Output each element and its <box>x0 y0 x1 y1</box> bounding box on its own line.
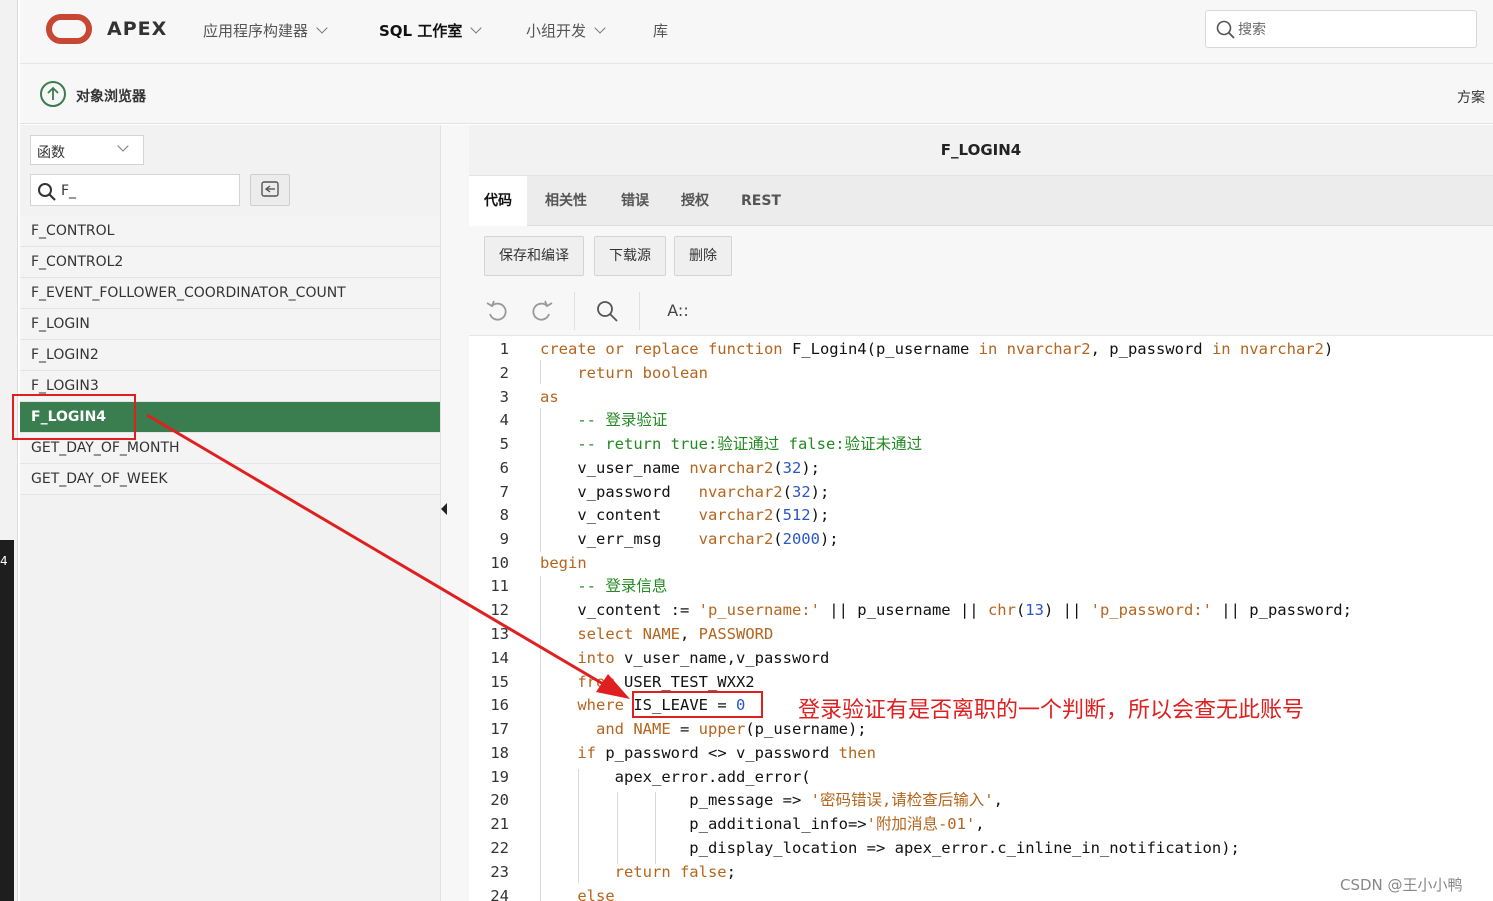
list-item[interactable]: GET_DAY_OF_WEEK <box>20 464 449 495</box>
chevron-down-icon <box>316 22 328 34</box>
delete-button[interactable]: 删除 <box>674 236 732 276</box>
list-item[interactable]: F_LOGIN2 <box>20 340 449 371</box>
code-line: 20 p_message => '密码错误,请检查后输入', <box>490 791 1003 809</box>
code-line: 22 p_display_location => apex_error.c_in… <box>490 839 1240 857</box>
action-bar: 保存和编译 下载源 删除 <box>469 226 1493 286</box>
top-navigation-bar: APEX 应用程序构建器 SQL 工作室 小组开发 库 <box>20 0 1493 64</box>
code-line: 8 v_content varchar2(512); <box>499 506 830 524</box>
code-line: 11 -- 登录信息 <box>490 577 668 595</box>
nav-team-development[interactable]: 小组开发 <box>526 20 606 41</box>
reset-filter-button[interactable] <box>250 174 290 206</box>
list-item[interactable]: F_LOGIN <box>20 309 449 340</box>
annotation-text: 登录验证有是否离职的一个判断，所以会查无此账号 <box>798 698 1305 723</box>
panel-splitter[interactable] <box>440 125 469 901</box>
code-line: 18 if p_password <> v_password then <box>490 744 876 762</box>
code-line: 7 v_password nvarchar2(32); <box>499 483 830 501</box>
list-item[interactable]: F_CONTROL <box>20 216 449 247</box>
object-filter[interactable] <box>30 174 240 206</box>
search-icon <box>38 183 56 201</box>
code-editor[interactable]: 1 create or replace function F_Login4(p_u… <box>469 336 1493 901</box>
code-line: 19 apex_error.add_error( <box>490 768 811 786</box>
code-line: 4 -- 登录验证 <box>499 411 668 429</box>
object-type-value: 函数 <box>37 145 65 161</box>
nav-gallery-label: 库 <box>653 22 669 40</box>
object-filter-input[interactable] <box>61 181 231 201</box>
code-line: 15 from USER_TEST_WXX2 <box>490 673 755 691</box>
up-arrow-icon[interactable] <box>40 81 66 107</box>
page-title: 对象浏览器 <box>76 89 146 105</box>
tab-rest[interactable]: REST <box>726 176 796 226</box>
tab-code[interactable]: 代码 <box>469 176 527 226</box>
redo-icon[interactable] <box>529 298 555 324</box>
chevron-down-icon <box>470 22 483 34</box>
chevron-down-icon <box>117 140 129 152</box>
apex-logo-text[interactable]: APEX <box>107 18 167 40</box>
collapse-arrow-icon[interactable] <box>441 503 447 515</box>
object-type-select[interactable]: 函数 <box>30 135 144 165</box>
toolbar-divider <box>639 292 640 330</box>
code-line: 13 select NAME, PASSWORD <box>490 625 774 643</box>
nav-app-builder[interactable]: 应用程序构建器 <box>203 20 328 41</box>
reset-icon <box>261 181 279 197</box>
global-search-input[interactable] <box>1238 19 1468 41</box>
download-source-button[interactable]: 下载源 <box>594 236 666 276</box>
list-item[interactable]: F_CONTROL2 <box>20 247 449 278</box>
global-search[interactable] <box>1205 10 1477 48</box>
schema-selector[interactable]: 方案 <box>1457 87 1485 107</box>
object-title: F_LOGIN4 <box>469 125 1493 176</box>
nav-team-development-label: 小组开发 <box>526 22 587 40</box>
object-browser-header: 对象浏览器 方案 <box>20 64 1493 124</box>
undo-icon[interactable] <box>484 298 510 324</box>
editor-toolbar: A:: <box>469 286 1493 336</box>
code-line: 6 v_user_name nvarchar2(32); <box>499 459 820 477</box>
annotation-highlight-condition <box>632 691 763 718</box>
code-line: 2 return boolean <box>499 364 708 382</box>
nav-gallery[interactable]: 库 <box>653 20 668 41</box>
oracle-logo-icon[interactable] <box>46 14 92 44</box>
chevron-down-icon <box>594 22 606 34</box>
object-list: F_CONTROL F_CONTROL2 F_EVENT_FOLLOWER_COOR… <box>20 216 449 495</box>
tab-dependencies[interactable]: 相关性 <box>530 176 602 226</box>
object-detail-panel: F_LOGIN4 代码 相关性 错误 授权 REST 保存和编译 下载源 删除 … <box>469 125 1493 901</box>
nav-sql-workshop-label: SQL 工作室 <box>379 22 463 40</box>
search-icon <box>1216 20 1235 39</box>
code-line: 1 create or replace function F_Login4(p_u… <box>499 340 1334 358</box>
detail-tabs: 代码 相关性 错误 授权 REST <box>469 176 1493 226</box>
annotation-highlight-selected <box>12 394 136 440</box>
watermark: CSDN @王小小鸭 <box>1340 876 1463 894</box>
nav-sql-workshop[interactable]: SQL 工作室 <box>379 20 483 41</box>
code-line: 5 -- return true:验证通过 false:验证未通过 <box>499 435 923 453</box>
font-size-icon[interactable]: A:: <box>661 298 695 324</box>
save-compile-button[interactable]: 保存和编译 <box>484 236 584 276</box>
code-line: 12 v_content := 'p_username:' || p_usern… <box>490 601 1352 619</box>
background-window-edge: 4 <box>0 540 14 901</box>
toolbar-divider <box>574 292 575 330</box>
nav-app-builder-label: 应用程序构建器 <box>203 22 309 40</box>
list-item[interactable]: F_EVENT_FOLLOWER_COORDINATOR_COUNT <box>20 278 449 309</box>
find-icon[interactable] <box>594 298 620 324</box>
edge-marker: 4 <box>0 554 8 568</box>
tab-grants[interactable]: 授权 <box>666 176 724 226</box>
code-line: 21 p_additional_info=>'附加消息-01', <box>490 815 985 833</box>
code-line: 9 v_err_msg varchar2(2000); <box>499 530 839 548</box>
tab-errors[interactable]: 错误 <box>606 176 664 226</box>
code-line: 14 into v_user_name,v_password <box>490 649 830 667</box>
code-line: 3 as <box>499 388 559 406</box>
code-line: 10 begin <box>490 554 587 572</box>
object-list-panel: 函数 F_CONTROLF_CONTROL2F_EVENT_FOLLOWER_C… <box>20 125 460 901</box>
